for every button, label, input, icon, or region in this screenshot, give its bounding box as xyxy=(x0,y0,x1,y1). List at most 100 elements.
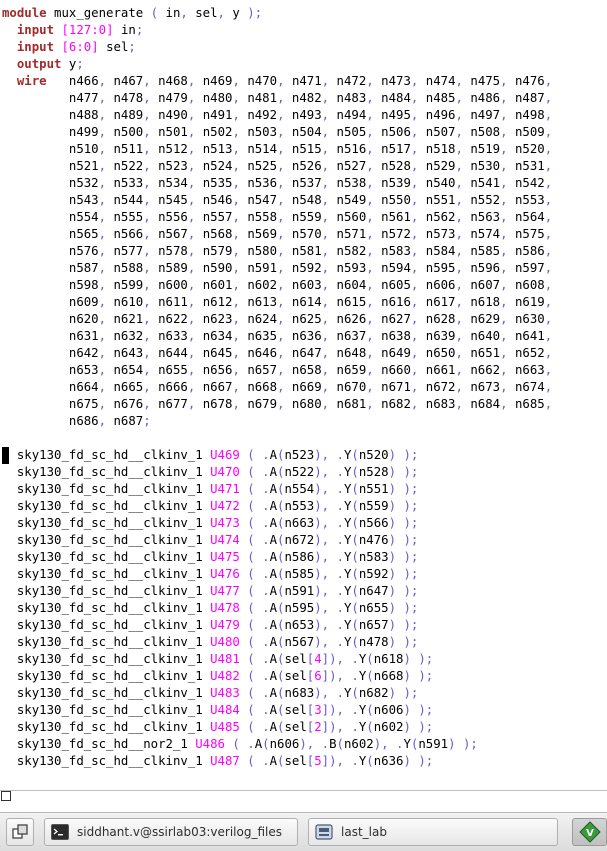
code-token: 2 xyxy=(314,720,322,734)
net-name: n553 xyxy=(284,499,315,513)
code-token: n627 xyxy=(373,312,411,326)
code-token: n530 xyxy=(462,159,501,173)
code-token: , xyxy=(500,380,508,394)
net-name: n520 xyxy=(358,448,389,462)
code-token: , xyxy=(500,346,508,360)
code-token: n640 xyxy=(462,329,501,343)
code-token: ( xyxy=(247,618,255,632)
code-token: , xyxy=(98,414,107,428)
cell-instance-line: sky130_fd_sc_hd__nor2_1 U486 ( .A(n606),… xyxy=(2,736,552,753)
show-desktop-button[interactable] xyxy=(6,818,34,846)
code-token: , xyxy=(232,397,240,411)
code-token: , xyxy=(277,108,285,122)
code-token: ] xyxy=(321,703,330,717)
code-token: n621 xyxy=(106,312,144,326)
code-token: , xyxy=(455,244,463,258)
code-token: , xyxy=(98,397,107,411)
pin-name: A xyxy=(269,703,278,717)
code-token: n617 xyxy=(418,295,456,309)
net-name: n591 xyxy=(418,737,449,751)
net-name: n655 xyxy=(358,601,389,615)
code-token: n557 xyxy=(195,210,233,224)
code-token: , xyxy=(321,227,330,241)
code-token: , xyxy=(143,312,151,326)
code-token: . xyxy=(262,686,270,700)
instance-name: U474 xyxy=(210,533,240,547)
net-name: n554 xyxy=(284,482,315,496)
wire-list-line: n609, n610, n611, n612, n613, n614, n615… xyxy=(2,294,552,311)
net-name: n585 xyxy=(284,567,315,581)
code-token: , xyxy=(366,363,374,377)
pin-name: A xyxy=(269,686,278,700)
code-token: n585 xyxy=(462,244,501,258)
code-token: , xyxy=(98,91,107,105)
code-token: input xyxy=(16,23,55,37)
code-token: n659 xyxy=(329,363,367,377)
code-token: [127:0] xyxy=(61,23,114,37)
code-token: , xyxy=(366,91,374,105)
task-terminal[interactable]: siddhant.v@ssirlab03:verilog_files xyxy=(44,818,298,846)
net-name: sel xyxy=(284,669,307,683)
code-token: , xyxy=(98,312,107,326)
code-token: . xyxy=(262,754,270,768)
task-vim[interactable]: V xyxy=(572,818,607,846)
cell-instance-line: sky130_fd_sc_hd__clkinv_1 U472 ( .A(n553… xyxy=(2,498,552,515)
net-name: n476 xyxy=(358,533,389,547)
code-token: n535 xyxy=(195,176,233,190)
code-token: , xyxy=(321,380,330,394)
wire-list-line: n631, n632, n633, n634, n635, n636, n637… xyxy=(2,328,552,345)
code-token: n493 xyxy=(284,108,322,122)
pin-name: A xyxy=(269,584,278,598)
code-token: , xyxy=(232,363,240,377)
code-token: , xyxy=(321,278,330,292)
instance-name: U483 xyxy=(210,686,240,700)
code-token: n533 xyxy=(106,176,144,190)
code-token: n469 xyxy=(195,74,233,88)
code-token: n615 xyxy=(329,295,367,309)
cell-instance-line: sky130_fd_sc_hd__clkinv_1 U487 ( .A(sel[… xyxy=(2,753,552,770)
vim-editor[interactable]: module mux_generate ( in, sel, y ); inpu… xyxy=(0,0,607,790)
code-token: ( xyxy=(247,465,255,479)
code-token: n588 xyxy=(106,261,144,275)
code-token: . xyxy=(336,686,344,700)
code-token: , xyxy=(366,380,374,394)
code-token: ; xyxy=(76,57,84,71)
code-token: n479 xyxy=(150,91,188,105)
code-token: ) xyxy=(388,499,396,513)
wire-list-line: n477, n478, n479, n480, n481, n482, n483… xyxy=(2,90,552,107)
code-token: , xyxy=(321,686,337,700)
net-name: n602 xyxy=(343,737,374,751)
net-name: n606 xyxy=(269,737,300,751)
code-token: , xyxy=(277,363,285,377)
code-token: ) xyxy=(403,703,411,717)
code-token: n520 xyxy=(507,142,545,156)
code-token: ) xyxy=(314,550,322,564)
code-token: . xyxy=(336,465,344,479)
code-token: , xyxy=(544,108,553,122)
code-token: , xyxy=(232,380,240,394)
code-token: , xyxy=(232,176,240,190)
code-token: ] xyxy=(321,754,330,768)
code-token: , xyxy=(544,312,553,326)
task-last-lab[interactable]: last_lab xyxy=(308,818,558,846)
code-token: , xyxy=(143,397,151,411)
code-token: , xyxy=(321,125,330,139)
code-token: , xyxy=(455,295,463,309)
code-token: n607 xyxy=(462,278,501,292)
code-token: n646 xyxy=(239,346,278,360)
instance-name: U477 xyxy=(210,584,240,598)
code-token: n468 xyxy=(150,74,188,88)
code-token: . xyxy=(336,550,344,564)
cell-type: sky130_fd_sc_hd__clkinv_1 xyxy=(16,567,203,581)
code-token: ( xyxy=(351,448,359,462)
instance-name: U480 xyxy=(210,635,240,649)
